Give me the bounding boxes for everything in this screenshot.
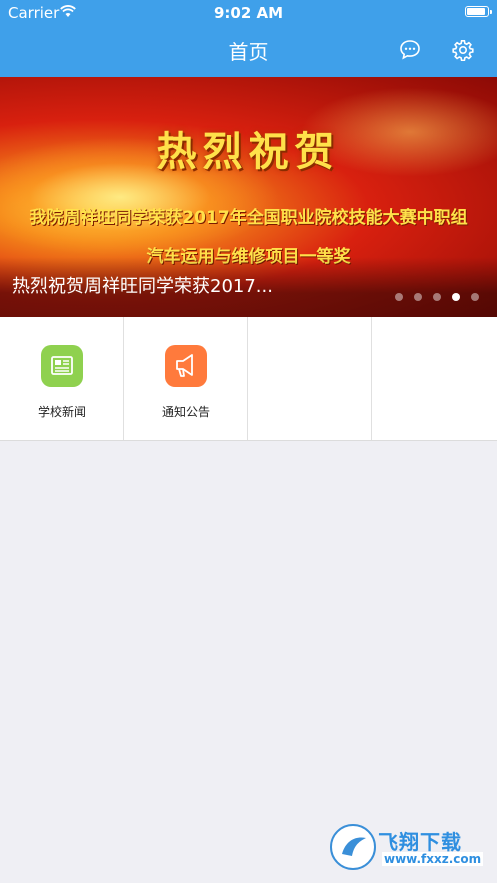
status-time: 9:02 AM	[213, 4, 284, 22]
chat-bubble-icon[interactable]	[399, 39, 421, 61]
carousel-dot[interactable]	[414, 293, 422, 301]
battery-icon	[465, 6, 492, 17]
grid-item-announcements[interactable]: 通知公告	[124, 317, 248, 440]
megaphone-icon	[165, 345, 207, 387]
banner-headline: 热烈祝贺	[156, 129, 341, 175]
watermark-logo: 飞翔下载 www.fxxz.com	[330, 824, 486, 872]
carousel-dot[interactable]	[433, 293, 441, 301]
banner-carousel[interactable]: 热烈祝贺 我院周祥旺同学荣获2017年全国职业院校技能大赛中职组 汽车运用与维修…	[0, 77, 497, 317]
feature-grid: 学校新闻 通知公告	[0, 317, 497, 441]
grid-item-label: 通知公告	[161, 405, 210, 419]
news-icon	[41, 345, 83, 387]
gear-icon[interactable]	[452, 39, 474, 61]
banner-caption[interactable]: 热烈祝贺周祥旺同学荣获2017...	[12, 272, 392, 298]
carousel-page-indicator[interactable]	[395, 293, 479, 301]
watermark-url: www.fxxz.com	[382, 852, 484, 866]
carousel-dot[interactable]	[395, 293, 403, 301]
grid-item-empty	[372, 317, 496, 440]
watermark-emblem-icon	[330, 824, 376, 870]
grid-item-label: 学校新闻	[37, 405, 86, 419]
banner-text-line1: 我院周祥旺同学荣获2017年全国职业院校技能大赛中职组	[29, 208, 468, 228]
grid-item-school-news[interactable]: 学校新闻	[0, 317, 124, 440]
carousel-dot[interactable]	[452, 293, 460, 301]
status-bar: Carrier 9:02 AM	[0, 0, 497, 26]
watermark-title: 飞翔下载	[378, 830, 462, 854]
top-bar: Carrier 9:02 AM 首页	[0, 0, 497, 77]
carousel-dot[interactable]	[471, 293, 479, 301]
page-title: 首页	[228, 40, 269, 64]
grid-item-empty	[248, 317, 372, 440]
